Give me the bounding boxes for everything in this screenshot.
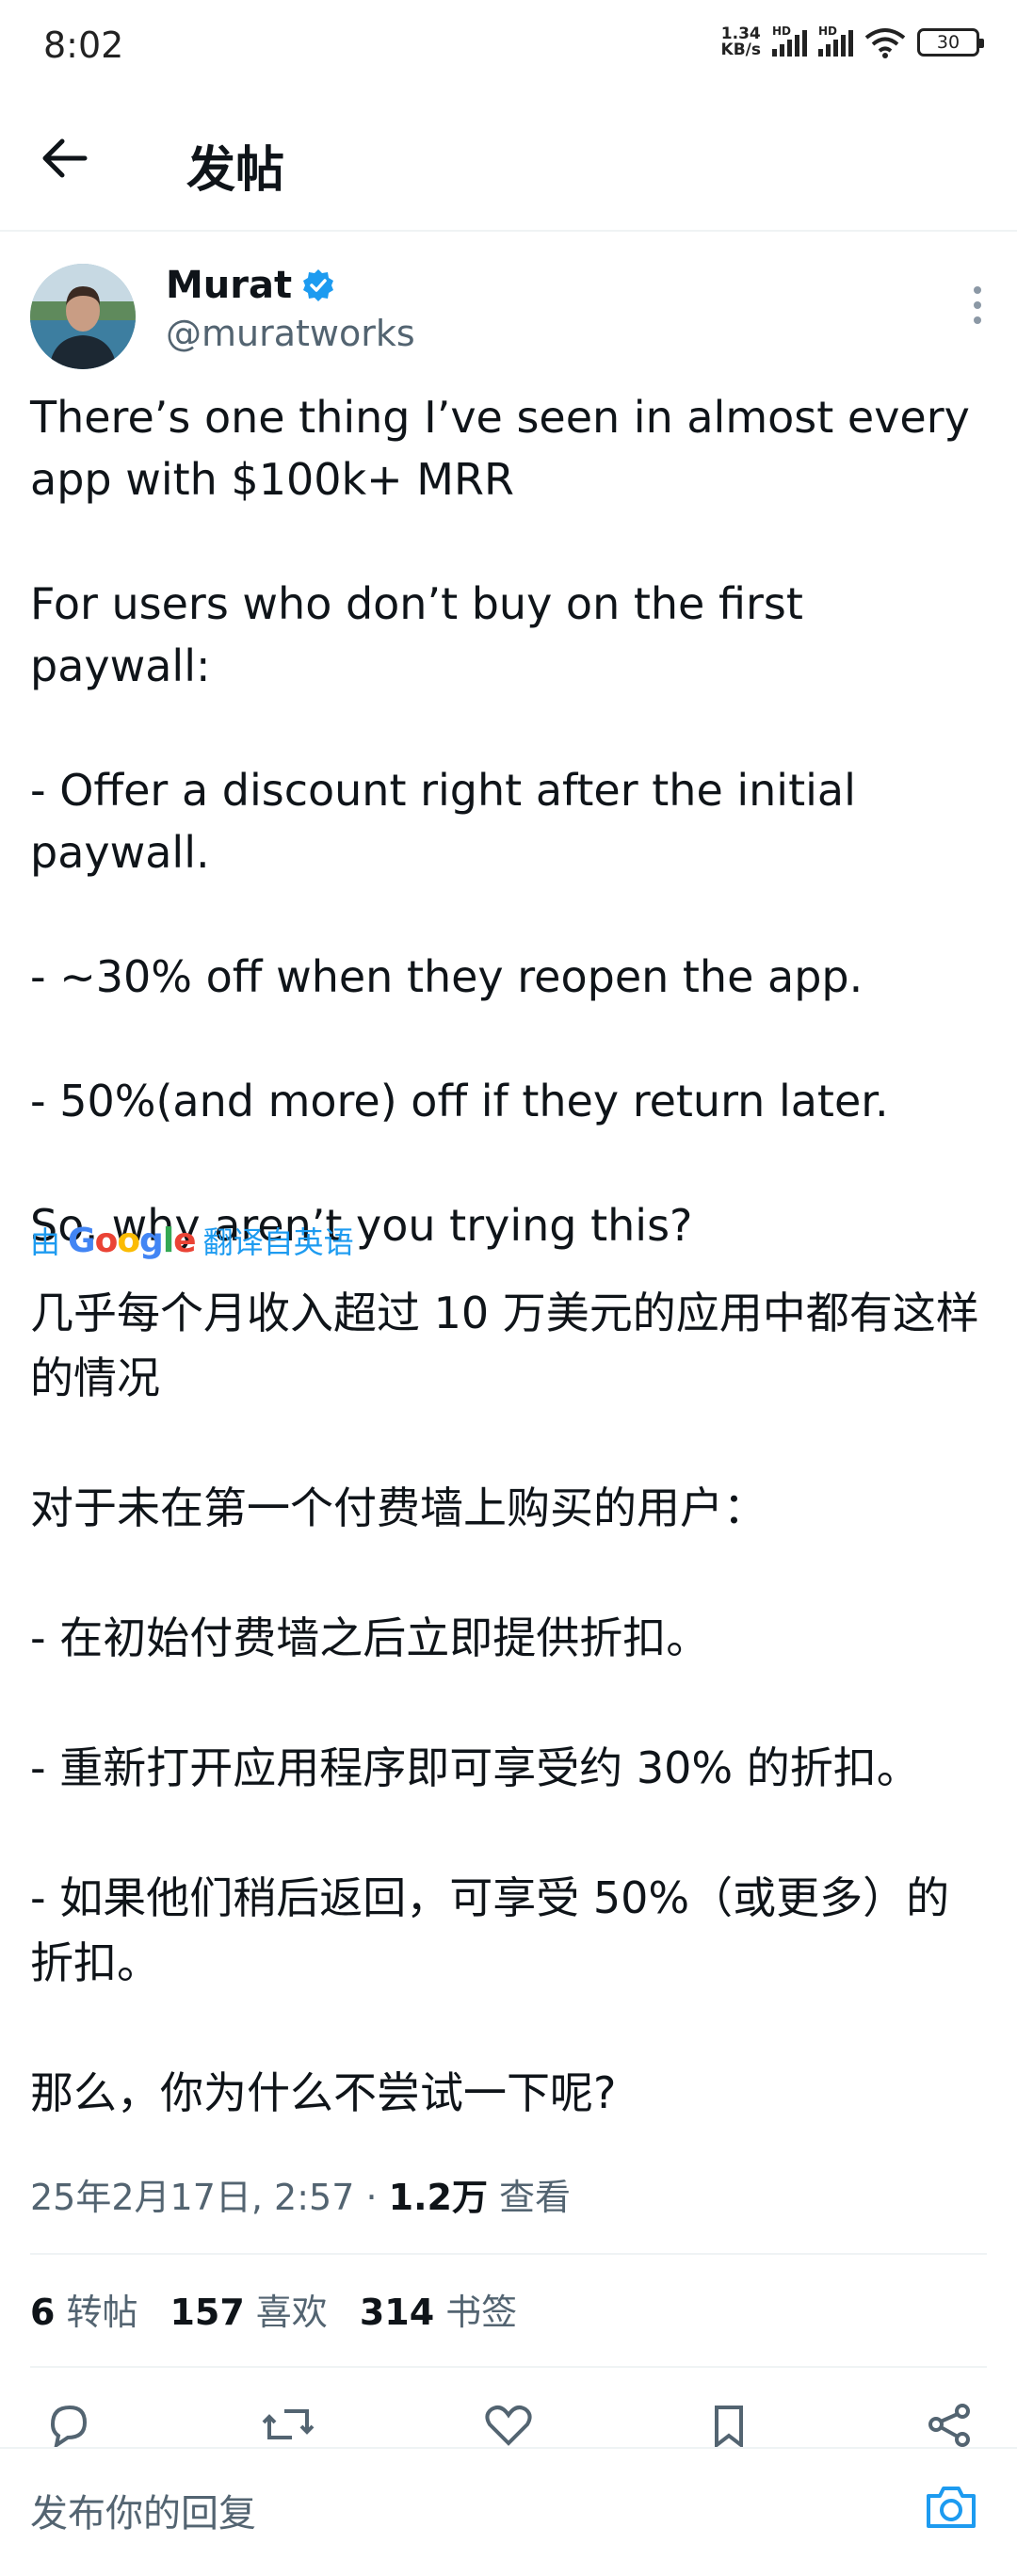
- likes-count: 157: [170, 2292, 245, 2333]
- battery-level: 30: [936, 32, 960, 53]
- tweet-timestamp[interactable]: 25年2月17日, 2:57 ·: [30, 2177, 389, 2218]
- more-vertical-icon: [974, 286, 981, 324]
- author-handle[interactable]: @muratworks: [166, 313, 415, 354]
- hd-label-1: HD: [772, 24, 792, 38]
- camera-icon: [927, 2487, 976, 2528]
- retweet-button[interactable]: [250, 2400, 326, 2447]
- like-button[interactable]: [471, 2400, 546, 2447]
- reposts-label: 转帖: [66, 2292, 138, 2333]
- reply-bar: 发布你的回复: [0, 2447, 1017, 2576]
- google-logo: Google: [68, 1221, 197, 1260]
- share-icon: [928, 2404, 970, 2447]
- likes-label: 喜欢: [255, 2292, 328, 2333]
- network-speed: 1.34 KB/s: [721, 26, 761, 58]
- status-bar: 8:02 1.34 KB/s HD HD 30: [0, 0, 1017, 94]
- verified-badge-icon: [303, 269, 334, 301]
- tweet-meta: 25年2月17日, 2:57 · 1.2万 查看: [30, 2168, 571, 2220]
- divider: [30, 2366, 987, 2368]
- bookmarks-count: 314: [359, 2292, 435, 2333]
- bookmarks-stat[interactable]: 314 书签: [360, 2283, 517, 2335]
- signal-icon-2: HD: [818, 24, 853, 57]
- retweet-icon: [262, 2409, 315, 2439]
- views-count: 1.2万: [388, 2177, 488, 2218]
- reposts-stat[interactable]: 6 转帖: [30, 2283, 137, 2335]
- back-arrow-icon: [42, 138, 88, 178]
- author-name[interactable]: Murat: [166, 264, 292, 307]
- bookmark-button[interactable]: [691, 2400, 767, 2447]
- wifi-icon: [864, 28, 906, 58]
- back-button[interactable]: [38, 132, 104, 188]
- more-options-button[interactable]: [968, 283, 987, 330]
- avatar-image: [30, 264, 136, 369]
- avatar[interactable]: [30, 264, 136, 369]
- like-icon: [485, 2406, 532, 2446]
- author-name-row: Murat: [166, 264, 335, 307]
- translated-by-suffix: 翻译自英语: [202, 1224, 354, 1260]
- tweet-actions: [30, 2400, 987, 2447]
- bookmarks-label: 书签: [445, 2292, 518, 2333]
- hd-label-2: HD: [818, 24, 838, 38]
- network-speed-unit: KB/s: [720, 41, 761, 59]
- reply-button[interactable]: [30, 2400, 105, 2447]
- page-title: 发帖: [186, 142, 285, 199]
- bookmark-icon: [715, 2406, 743, 2447]
- tweet-text: There’s one thing I’ve seen in almost ev…: [30, 392, 970, 1251]
- status-time: 8:02: [43, 24, 124, 66]
- signal-icon-1: HD: [772, 24, 807, 57]
- app-header: 发帖: [0, 94, 1017, 232]
- reply-icon: [50, 2405, 88, 2447]
- translated-text: 几乎每个月收入超过 10 万美元的应用中都有这样的情况 对于未在第一个付费墙上购…: [30, 1288, 979, 2118]
- tweet-stats: 6 转帖 157 喜欢 314 书签: [30, 2283, 517, 2335]
- status-icons: 1.34 KB/s HD HD 30: [721, 24, 984, 58]
- translated-by-prefix: 由: [30, 1224, 61, 1260]
- camera-button[interactable]: [923, 2481, 979, 2534]
- reposts-count: 6: [30, 2292, 56, 2333]
- translated-by[interactable]: 由 Google 翻译自英语: [30, 1219, 354, 1262]
- divider: [30, 2253, 987, 2255]
- reply-input[interactable]: 发布你的回复: [30, 2483, 256, 2537]
- share-button[interactable]: [912, 2400, 987, 2447]
- tweet-author: Murat @muratworks: [30, 264, 987, 377]
- views-label: 查看: [487, 2177, 572, 2218]
- likes-stat[interactable]: 157 喜欢: [170, 2283, 327, 2335]
- battery-icon: 30: [917, 28, 984, 57]
